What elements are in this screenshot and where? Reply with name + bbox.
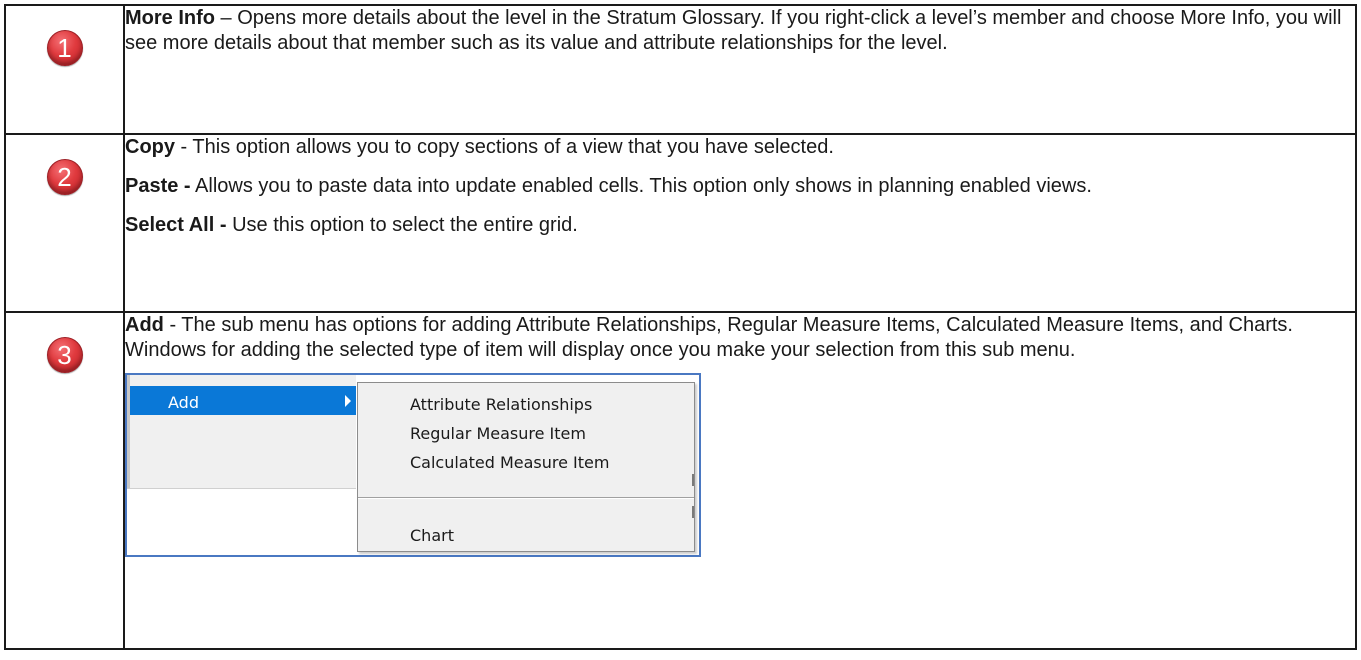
add-submenu: Attribute Relationships Regular Measure … (357, 382, 695, 552)
step-number: 2 (57, 161, 72, 192)
submenu-item-regular-measure-item[interactable]: Regular Measure Item (410, 421, 586, 446)
table-row: 1 More Info – Opens more details about t… (4, 4, 1357, 135)
description-cell: Add - The sub menu has options for addin… (123, 311, 1357, 650)
term-label: More Info (125, 7, 215, 29)
number-cell: 1 (4, 4, 125, 135)
step-3-badge-icon: 3 (46, 337, 83, 373)
term-description: - The sub menu has options for adding At… (125, 314, 1293, 361)
instructions-table: 1 More Info – Opens more details about t… (4, 4, 1357, 650)
description-paragraph: More Info – Opens more details about the… (125, 6, 1355, 56)
description-paragraph: Select All - Use this option to select t… (125, 213, 1355, 238)
step-number: 1 (57, 32, 72, 63)
number-cell: 2 (4, 133, 125, 313)
term-label: Select All - (125, 214, 227, 236)
menu-item-add[interactable]: Add (130, 386, 356, 415)
table-row: 2 Copy - This option allows you to copy … (4, 133, 1357, 313)
submenu-separator-highlight (358, 498, 694, 499)
scroll-tick (692, 506, 694, 518)
submenu-item-attribute-relationships[interactable]: Attribute Relationships (410, 392, 592, 417)
term-label: Copy (125, 136, 175, 158)
step-2-badge-icon: 2 (46, 159, 83, 195)
step-1-badge-icon: 1 (46, 30, 83, 66)
term-label: Add (125, 314, 164, 336)
description-cell: Copy - This option allows you to copy se… (123, 133, 1357, 313)
description-paragraph: Paste - Allows you to paste data into up… (125, 174, 1355, 199)
menu-item-add-label: Add (168, 393, 199, 412)
context-menu-screenshot: Add Attribute Relationships Regular Meas… (125, 373, 701, 557)
number-cell: 3 (4, 311, 125, 650)
submenu-top-strip (356, 375, 697, 382)
submenu-item-calculated-measure-item[interactable]: Calculated Measure Item (410, 450, 609, 475)
term-label: Paste - (125, 175, 191, 197)
context-menu: Add (127, 375, 356, 489)
term-description: Allows you to paste data into update ena… (190, 175, 1092, 197)
term-description: – Opens more details about the level in … (125, 7, 1342, 54)
term-description: Use this option to select the entire gri… (226, 214, 578, 236)
description-paragraph: Copy - This option allows you to copy se… (125, 135, 1355, 160)
scroll-tick (692, 474, 694, 486)
description-cell: More Info – Opens more details about the… (123, 4, 1357, 135)
submenu-arrow-icon (345, 395, 351, 407)
term-description: - This option allows you to copy section… (175, 136, 834, 158)
table-row: 3 Add - The sub menu has options for add… (4, 311, 1357, 650)
submenu-item-chart[interactable]: Chart (410, 523, 454, 548)
description-paragraph: Add - The sub menu has options for addin… (125, 313, 1355, 363)
step-number: 3 (57, 339, 72, 370)
